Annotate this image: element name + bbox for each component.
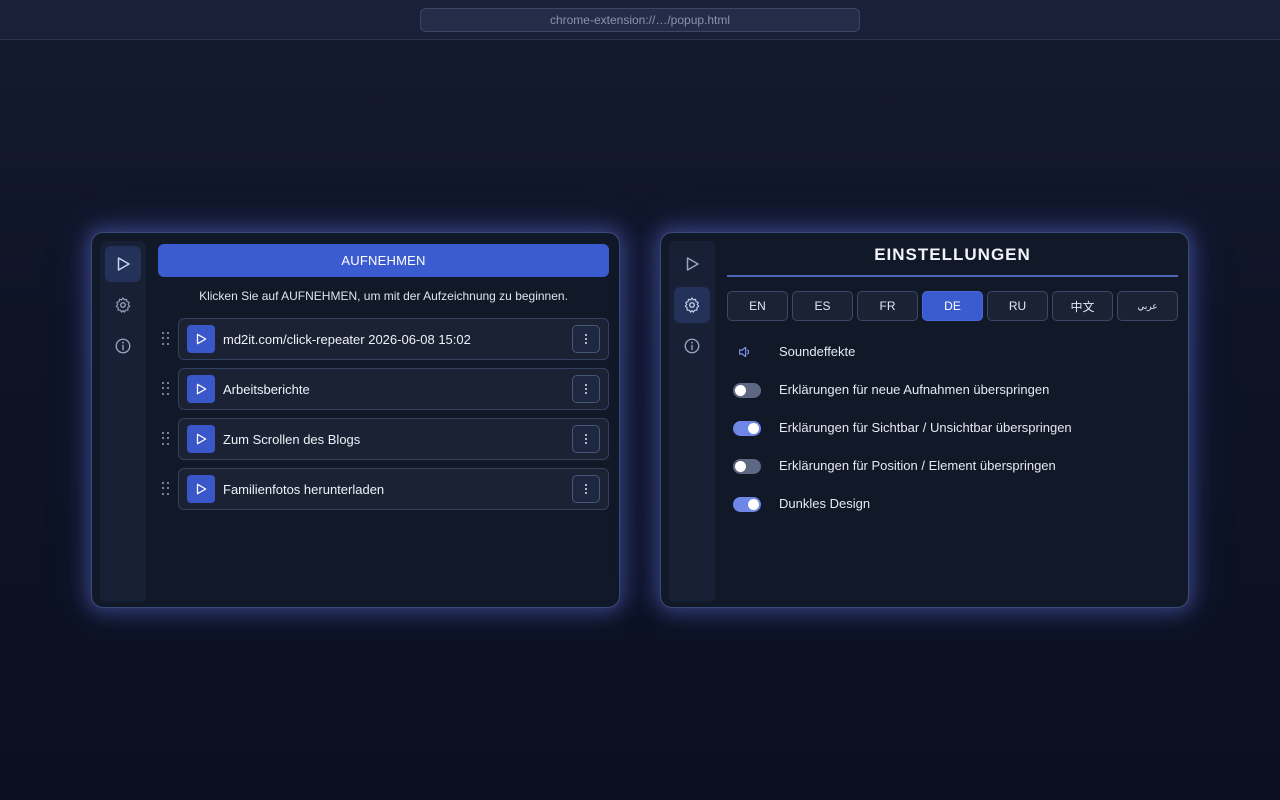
nav-settings-tab[interactable]: [674, 287, 710, 323]
toggle-switch[interactable]: [733, 497, 761, 512]
lang-button-fr[interactable]: FR: [857, 291, 918, 321]
setting-label: Soundeffekte: [779, 344, 856, 359]
drag-handle-icon[interactable]: [162, 482, 170, 496]
recording-name: Zum Scrollen des Blogs: [223, 432, 361, 447]
play-icon: [196, 383, 207, 395]
recording-menu-button[interactable]: [572, 375, 600, 403]
setting-label: Erklärungen für Position / Element übers…: [779, 458, 1056, 473]
setting-label: Erklärungen für neue Aufnahmen übersprin…: [779, 382, 1050, 397]
nav-settings-tab[interactable]: [105, 287, 141, 323]
play-icon: [196, 433, 207, 445]
lang-button-zh[interactable]: 中文: [1052, 291, 1113, 321]
lang-button-de[interactable]: DE: [922, 291, 983, 321]
settings-popup: EINSTELLUNGEN EN ES FR DE RU 中文 عربي Sou…: [660, 232, 1189, 608]
side-nav: [669, 241, 715, 602]
recording-name: Familienfotos herunterladen: [223, 482, 385, 497]
nav-recorder-tab[interactable]: [105, 246, 141, 282]
recording-card: Zum Scrollen des Blogs: [178, 418, 609, 460]
setting-label: Dunkles Design: [779, 496, 871, 511]
side-nav: [100, 241, 146, 602]
recording-card: Familienfotos herunterladen: [178, 468, 609, 510]
nav-recorder-tab[interactable]: [674, 246, 710, 282]
record-hint: Klicken Sie auf AUFNEHMEN, um mit der Au…: [199, 289, 568, 303]
gear-icon: [684, 297, 700, 313]
setting-label: Erklärungen für Sichtbar / Unsichtbar üb…: [779, 420, 1072, 435]
drag-handle-icon[interactable]: [162, 382, 170, 396]
toggle-switch[interactable]: [733, 383, 761, 398]
recording-menu-button[interactable]: [572, 475, 600, 503]
recording-name: Arbeitsberichte: [223, 382, 310, 397]
settings-title: EINSTELLUNGEN: [874, 245, 1031, 264]
gear-icon: [115, 297, 131, 313]
toggle-switch[interactable]: [733, 421, 761, 436]
play-recording-button[interactable]: [187, 375, 215, 403]
info-icon: [684, 338, 700, 354]
recording-menu-button[interactable]: [572, 325, 600, 353]
list-item: Zum Scrollen des Blogs: [158, 418, 609, 460]
lang-button-ar[interactable]: عربي: [1117, 291, 1178, 321]
list-item: Arbeitsberichte: [158, 368, 609, 410]
recording-menu-button[interactable]: [572, 425, 600, 453]
recording-card: Arbeitsberichte: [178, 368, 609, 410]
nav-info-tab[interactable]: [105, 328, 141, 364]
lang-button-ru[interactable]: RU: [987, 291, 1048, 321]
language-selector: EN ES FR DE RU 中文 عربي: [727, 291, 1178, 322]
recording-card: md2it.com/click-repeater 2026-06-08 15:0…: [178, 318, 609, 360]
browser-toolbar: chrome-extension://…/popup.html: [0, 0, 1280, 40]
lang-button-en[interactable]: EN: [727, 291, 788, 321]
recording-name: md2it.com/click-repeater 2026-06-08 15:0…: [223, 332, 471, 347]
toggle-switch[interactable]: [733, 459, 761, 474]
drag-handle-icon[interactable]: [162, 432, 170, 446]
info-icon: [115, 338, 131, 354]
title-divider: [727, 275, 1178, 277]
play-recording-button[interactable]: [187, 425, 215, 453]
list-item: Familienfotos herunterladen: [158, 468, 609, 510]
address-bar[interactable]: chrome-extension://…/popup.html: [420, 8, 860, 32]
play-icon: [196, 483, 207, 495]
play-recording-button[interactable]: [187, 325, 215, 353]
record-button[interactable]: AUFNEHMEN: [158, 244, 609, 277]
recorder-popup: AUFNEHMEN Klicken Sie auf AUFNEHMEN, um …: [91, 232, 620, 608]
nav-info-tab[interactable]: [674, 328, 710, 364]
speaker-icon[interactable]: [737, 344, 753, 360]
list-item: md2it.com/click-repeater 2026-06-08 15:0…: [158, 318, 609, 360]
play-icon: [686, 257, 699, 271]
drag-handle-icon[interactable]: [162, 332, 170, 346]
lang-button-es[interactable]: ES: [792, 291, 853, 321]
play-icon: [117, 257, 130, 271]
play-icon: [196, 333, 207, 345]
play-recording-button[interactable]: [187, 475, 215, 503]
